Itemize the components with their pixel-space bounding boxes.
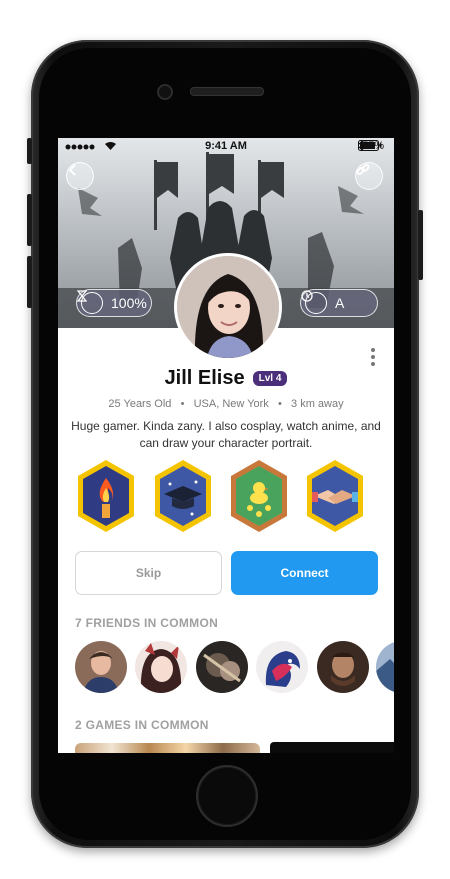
level-badge: Lvl 4 <box>252 371 288 386</box>
name-row: Jill Elise Lvl 4 <box>58 367 394 390</box>
dot <box>371 355 375 359</box>
game-card[interactable] <box>270 742 394 753</box>
handshake-icon[interactable] <box>304 458 366 534</box>
front-camera <box>157 84 173 100</box>
friend-avatar[interactable] <box>256 641 308 693</box>
skip-button[interactable]: Skip <box>75 551 222 595</box>
hourglass-icon <box>77 290 103 314</box>
profile-bio: Huge gamer. Kinda zany. I also cosplay, … <box>71 419 381 450</box>
volume-up-button <box>27 194 32 246</box>
profile-distance: 3 km away <box>291 398 344 410</box>
status-bar: 9:41 AM 77% <box>58 138 394 156</box>
share-link-button[interactable] <box>355 162 383 190</box>
activity-value: A <box>335 295 345 311</box>
friend-avatar[interactable] <box>75 641 127 693</box>
profile-meta: 25 Years Old • USA, New York • 3 km away <box>58 398 394 410</box>
connect-button[interactable]: Connect <box>231 551 378 595</box>
friend-avatar[interactable] <box>376 641 394 693</box>
dot <box>371 348 375 352</box>
home-button[interactable] <box>196 765 258 827</box>
power-button <box>418 210 423 280</box>
friends-section-title: 7 FRIENDS IN COMMON <box>75 616 219 630</box>
friend-avatar[interactable] <box>317 641 369 693</box>
dot <box>371 362 375 366</box>
friend-avatar[interactable] <box>135 641 187 693</box>
profile-location: USA, New York <box>193 398 269 410</box>
app-screen: 9:41 AM 77% 1 <box>58 138 394 753</box>
meta-separator: • <box>271 398 288 410</box>
meta-separator: • <box>174 398 191 410</box>
more-options-button[interactable] <box>370 348 376 366</box>
mute-switch <box>27 138 32 164</box>
games-section-title: 2 GAMES IN COMMON <box>75 718 209 732</box>
game-thumbnails[interactable] <box>75 743 260 753</box>
badges-row <box>75 458 380 536</box>
torch-icon[interactable] <box>75 458 137 534</box>
profile-name: Jill Elise <box>164 367 245 389</box>
volume-down-button <box>27 256 32 308</box>
clock-icon <box>301 290 327 314</box>
completeness-value: 100% <box>111 295 147 311</box>
friend-avatar[interactable] <box>196 641 248 693</box>
profile-avatar[interactable] <box>174 253 282 361</box>
profile-age: 25 Years Old <box>108 398 172 410</box>
back-button[interactable] <box>66 162 94 190</box>
activity-pill[interactable]: A <box>300 289 378 317</box>
status-time: 9:41 AM <box>205 140 247 152</box>
earpiece-speaker <box>190 87 264 96</box>
graduation-cap-icon[interactable] <box>152 458 214 534</box>
completeness-pill[interactable]: 100% <box>76 289 152 317</box>
ducks-icon[interactable] <box>228 458 290 534</box>
